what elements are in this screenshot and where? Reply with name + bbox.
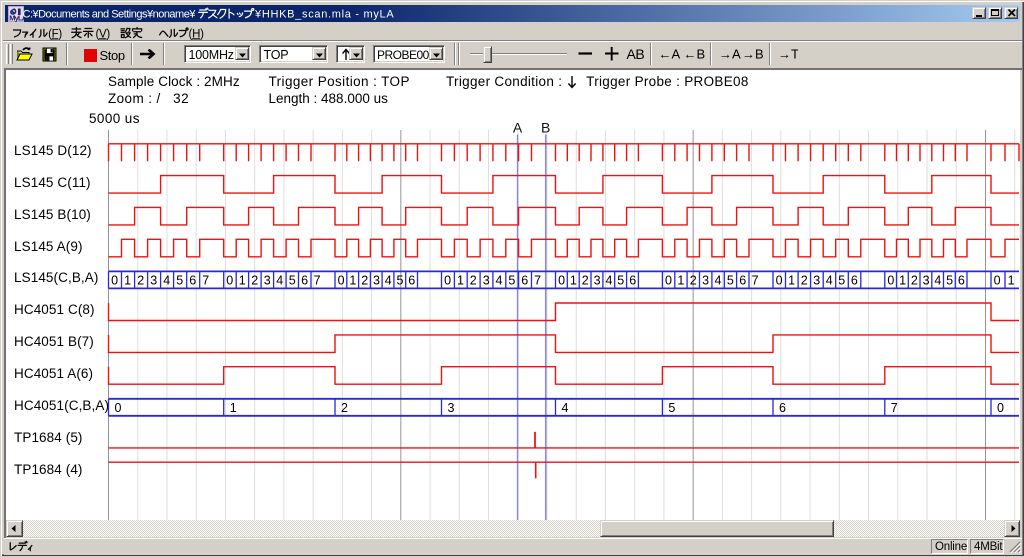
svg-text:0: 0 [226, 273, 233, 287]
svg-text:6: 6 [851, 273, 858, 287]
svg-text:←B: ←B [684, 47, 706, 62]
svg-text:(H): (H) [189, 28, 205, 40]
svg-text:2: 2 [801, 273, 808, 287]
svg-text:5: 5 [508, 273, 515, 287]
svg-text:3: 3 [373, 273, 380, 287]
svg-text:7: 7 [534, 273, 541, 287]
svg-text:¥HHKB_scan.mla - myLA: ¥HHKB_scan.mla - myLA [254, 9, 394, 21]
svg-text:2: 2 [341, 401, 348, 415]
svg-text:6: 6 [408, 273, 415, 287]
svg-text:1: 1 [239, 273, 246, 287]
svg-text:0: 0 [111, 273, 118, 287]
svg-text:4: 4 [606, 273, 613, 287]
svg-text:1: 1 [349, 273, 356, 287]
svg-text:0: 0 [558, 273, 565, 287]
svg-text:5: 5 [727, 273, 734, 287]
svg-text:5: 5 [176, 273, 183, 287]
svg-text:0: 0 [776, 273, 783, 287]
svg-text:4: 4 [562, 401, 569, 415]
svg-text:5: 5 [946, 273, 953, 287]
svg-text:0: 0 [665, 273, 672, 287]
svg-text:3: 3 [813, 273, 820, 287]
svg-text:0: 0 [115, 401, 122, 415]
svg-text:2: 2 [911, 273, 918, 287]
svg-text:0: 0 [338, 273, 345, 287]
svg-text:4: 4 [934, 273, 941, 287]
svg-text:5: 5 [289, 273, 296, 287]
svg-text:→A: →A [719, 47, 741, 62]
svg-text:1: 1 [570, 273, 577, 287]
svg-text:2: 2 [137, 273, 144, 287]
svg-text:4: 4 [276, 273, 283, 287]
svg-text:(V): (V) [95, 28, 110, 40]
svg-text:4: 4 [163, 273, 170, 287]
svg-text:←A: ←A [659, 47, 681, 62]
svg-text:6: 6 [301, 273, 308, 287]
svg-text:6: 6 [779, 401, 786, 415]
svg-text:0: 0 [444, 273, 451, 287]
svg-text:1: 1 [1008, 273, 1015, 287]
svg-text:6: 6 [629, 273, 636, 287]
svg-text:1: 1 [899, 273, 906, 287]
svg-text:6: 6 [189, 273, 196, 287]
svg-text:4: 4 [496, 273, 503, 287]
svg-text:0: 0 [994, 273, 1001, 287]
svg-text:3: 3 [150, 273, 157, 287]
svg-text:3: 3 [923, 273, 930, 287]
svg-text:7: 7 [752, 273, 759, 287]
svg-text:2: 2 [582, 273, 589, 287]
svg-text:1: 1 [677, 273, 684, 287]
svg-text:0: 0 [997, 401, 1004, 415]
svg-text:5: 5 [397, 273, 404, 287]
svg-text:7: 7 [314, 273, 321, 287]
svg-text:A: A [513, 119, 523, 135]
svg-text:5: 5 [838, 273, 845, 287]
svg-text:6: 6 [958, 273, 965, 287]
svg-text:3: 3 [702, 273, 709, 287]
svg-text:→B: →B [742, 47, 764, 62]
svg-text:3: 3 [448, 401, 455, 415]
svg-text:AB: AB [627, 46, 645, 62]
svg-text:2: 2 [690, 273, 697, 287]
svg-text:7: 7 [891, 401, 898, 415]
svg-text:4: 4 [385, 273, 392, 287]
svg-text:1: 1 [457, 273, 464, 287]
svg-text:0: 0 [887, 273, 894, 287]
svg-text:6: 6 [739, 273, 746, 287]
svg-text:1: 1 [230, 401, 237, 415]
svg-text:7: 7 [202, 273, 209, 287]
svg-text:5: 5 [617, 273, 624, 287]
svg-text:2: 2 [470, 273, 477, 287]
svg-text:3: 3 [483, 273, 490, 287]
svg-text:1: 1 [788, 273, 795, 287]
svg-text:4: 4 [826, 273, 833, 287]
svg-text:2: 2 [361, 273, 368, 287]
svg-text:5: 5 [668, 401, 675, 415]
svg-text:1: 1 [124, 273, 131, 287]
svg-text:3: 3 [264, 273, 271, 287]
svg-text:3: 3 [594, 273, 601, 287]
svg-text:B: B [541, 119, 550, 135]
svg-text:4: 4 [715, 273, 722, 287]
svg-text:6: 6 [521, 273, 528, 287]
svg-text:2: 2 [251, 273, 258, 287]
svg-text:→T: →T [778, 47, 798, 62]
